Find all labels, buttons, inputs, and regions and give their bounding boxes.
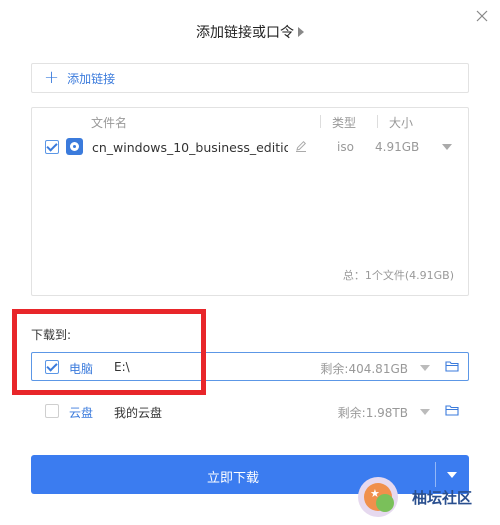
column-header-size: 大小 [389, 116, 414, 130]
file-row[interactable]: cn_windows_10_business_editio iso 4.91GB [32, 136, 468, 158]
edit-pencil-icon[interactable] [294, 139, 308, 153]
column-header-type: 类型 [332, 116, 357, 130]
folder-icon[interactable] [445, 360, 459, 372]
file-name: cn_windows_10_business_editio [92, 140, 288, 155]
add-link-label: 添加链接 [67, 71, 116, 86]
file-summary: 总：1个文件(4.91GB) [342, 269, 454, 282]
watermark: ★ 柚坛社区 [354, 475, 500, 525]
file-checkbox[interactable] [45, 140, 59, 154]
destination-path[interactable]: 我的云盘 [114, 404, 162, 421]
chevron-down-icon[interactable] [420, 365, 430, 371]
chevron-down-icon[interactable] [442, 144, 452, 150]
folder-icon[interactable] [445, 404, 459, 416]
disc-image-icon [66, 138, 83, 155]
watermark-text: 柚坛社区 [412, 489, 473, 507]
dialog-title-text: 添加链接或口令 [196, 25, 294, 41]
column-divider [377, 115, 378, 128]
file-size: 4.91GB [375, 140, 420, 154]
dialog-title: 添加链接或口令 [0, 22, 500, 42]
add-link-button[interactable]: + 添加链接 [31, 63, 469, 93]
plus-icon: + [44, 67, 60, 88]
annotation-highlight-box [12, 309, 206, 395]
file-list-panel: 文件名 类型 大小 cn_windows_10_business_editio … [31, 107, 469, 296]
watermark-logo-icon: ★ [358, 477, 398, 517]
column-divider [320, 115, 321, 128]
destination-checkbox[interactable] [45, 404, 59, 418]
destination-name: 云盘 [69, 406, 94, 420]
destination-free-space: 剩余:404.81GB [320, 362, 408, 376]
destination-free-space: 剩余:1.98TB [337, 406, 408, 420]
column-header-name: 文件名 [91, 116, 128, 130]
destination-cloud[interactable]: 云盘 我的云盘 剩余:1.98TB [31, 396, 469, 425]
chevron-down-icon[interactable] [420, 409, 430, 415]
close-icon[interactable] [474, 8, 490, 24]
file-type: iso [337, 140, 354, 154]
expand-triangle-icon[interactable] [298, 27, 304, 37]
file-list-header: 文件名 类型 大小 [32, 112, 468, 132]
